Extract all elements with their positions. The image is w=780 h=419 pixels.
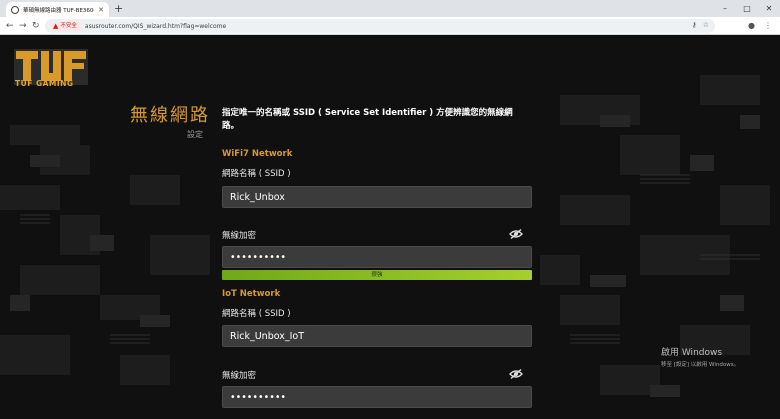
iot-password-input[interactable] xyxy=(222,386,532,408)
wifi7-ssid-input[interactable] xyxy=(222,186,532,208)
warning-icon: ▲ xyxy=(53,22,59,30)
eye-slash-icon[interactable] xyxy=(509,229,523,239)
back-icon[interactable]: ← xyxy=(6,19,14,33)
tab-title: 華碩無線路由器 TUF-BE3600 xyxy=(23,7,95,14)
minimize-button[interactable]: – xyxy=(714,0,736,17)
password-strength-label: 很強 xyxy=(371,272,383,278)
browser-toolbar: ← → ↻ ▲ 不安全 asusrouter.com/QIS_wizard.ht… xyxy=(0,17,780,35)
new-tab-button[interactable]: + xyxy=(114,2,123,15)
logo-text: TUF GAMING xyxy=(15,79,74,88)
profile-icon[interactable]: ● xyxy=(748,19,755,33)
page-title: 無線網路 xyxy=(130,105,210,126)
eye-slash-icon[interactable] xyxy=(509,369,523,379)
page-subtitle: 設定 xyxy=(187,130,203,139)
wifi7-network-label: WiFi7 Network xyxy=(222,149,293,159)
close-window-button[interactable]: ✕ xyxy=(758,0,780,17)
maximize-button[interactable]: □ xyxy=(736,0,758,17)
iot-network-label: IoT Network xyxy=(222,289,281,299)
tuf-logo xyxy=(14,49,88,85)
browser-tabstrip: 華碩無線路由器 TUF-BE3600 ✕ + – □ ✕ xyxy=(0,0,780,17)
watermark-line1: 啟用 Windows xyxy=(661,348,723,358)
forward-icon[interactable]: → xyxy=(19,19,27,33)
wifi7-password-label: 無線加密 xyxy=(222,231,257,241)
browser-tab[interactable]: 華碩無線路由器 TUF-BE3600 ✕ xyxy=(6,2,109,17)
menu-icon[interactable]: ⋮ xyxy=(764,19,772,33)
window-controls: – □ ✕ xyxy=(714,0,780,17)
wifi7-ssid-label: 網路名稱 ( SSID ) xyxy=(222,169,291,179)
close-tab-icon[interactable]: ✕ xyxy=(98,6,104,14)
iot-password-label: 無線加密 xyxy=(222,371,257,381)
windows-activation-watermark: 啟用 Windows 移至 [設定] 以啟用 Windows。 xyxy=(661,345,739,368)
ssid-description: 指定唯一的名稱或 SSID ( Service Set Identifier )… xyxy=(222,108,513,131)
wifi7-password-input[interactable] xyxy=(222,246,532,268)
security-badge[interactable]: ▲ 不安全 xyxy=(49,21,81,31)
iot-ssid-label: 網路名稱 ( SSID ) xyxy=(222,309,291,319)
iot-ssid-input[interactable] xyxy=(222,325,532,347)
security-label: 不安全 xyxy=(60,23,77,29)
reload-icon[interactable]: ↻ xyxy=(32,19,40,33)
address-bar[interactable]: ▲ 不安全 asusrouter.com/QIS_wizard.htm?flag… xyxy=(45,19,715,33)
watermark-line2: 移至 [設定] 以啟用 Windows。 xyxy=(661,362,740,368)
key-icon[interactable]: ⚷ xyxy=(692,21,697,29)
globe-icon xyxy=(11,5,19,14)
password-strength-bar: 很強 xyxy=(222,270,532,280)
bookmark-star-icon[interactable]: ☆ xyxy=(703,21,709,29)
url-text[interactable]: asusrouter.com/QIS_wizard.htm?flag=welco… xyxy=(85,23,226,30)
